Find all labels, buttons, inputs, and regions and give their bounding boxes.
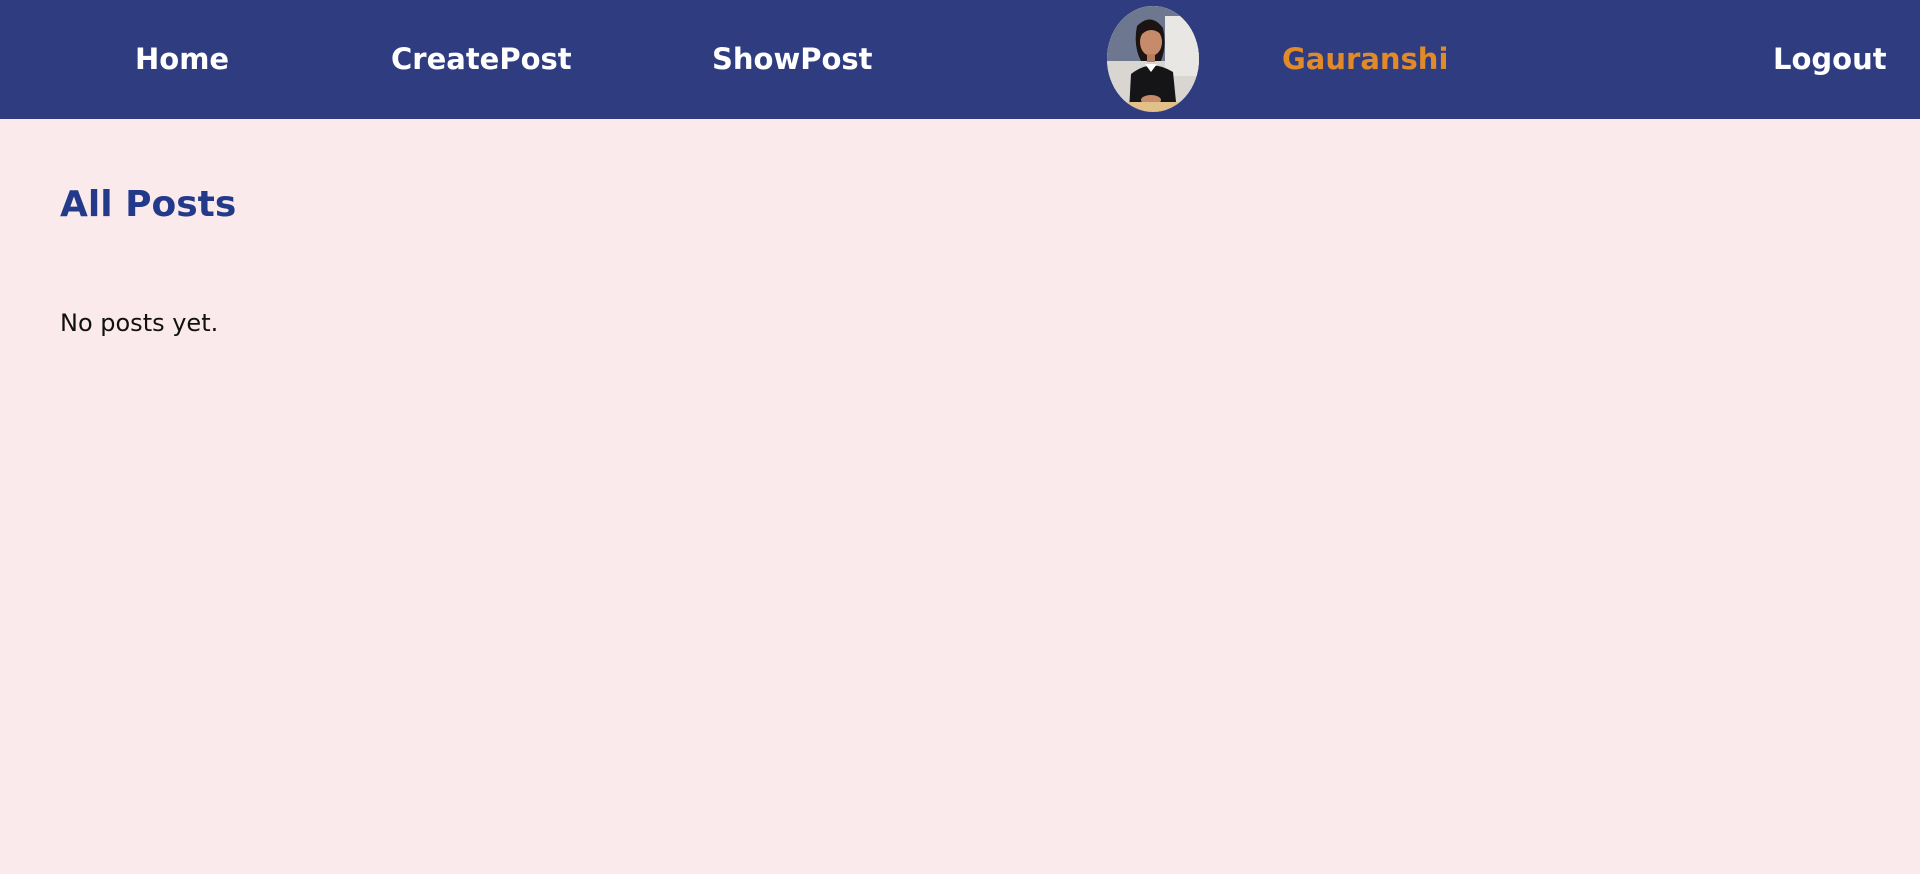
nav-show-post-link[interactable]: ShowPost bbox=[712, 0, 873, 119]
logout-button[interactable]: Logout bbox=[1773, 0, 1887, 119]
user-avatar-photo-icon bbox=[1107, 6, 1199, 112]
top-navbar: Home CreatePost ShowPost Gauranshi Logou… bbox=[0, 0, 1920, 119]
current-user-name: Gauranshi bbox=[1282, 42, 1449, 76]
nav-home-link[interactable]: Home bbox=[135, 0, 229, 119]
nav-create-post-link[interactable]: CreatePost bbox=[391, 0, 572, 119]
user-avatar[interactable] bbox=[1107, 6, 1199, 112]
empty-posts-message: No posts yet. bbox=[60, 309, 219, 337]
page-title: All Posts bbox=[60, 184, 237, 225]
